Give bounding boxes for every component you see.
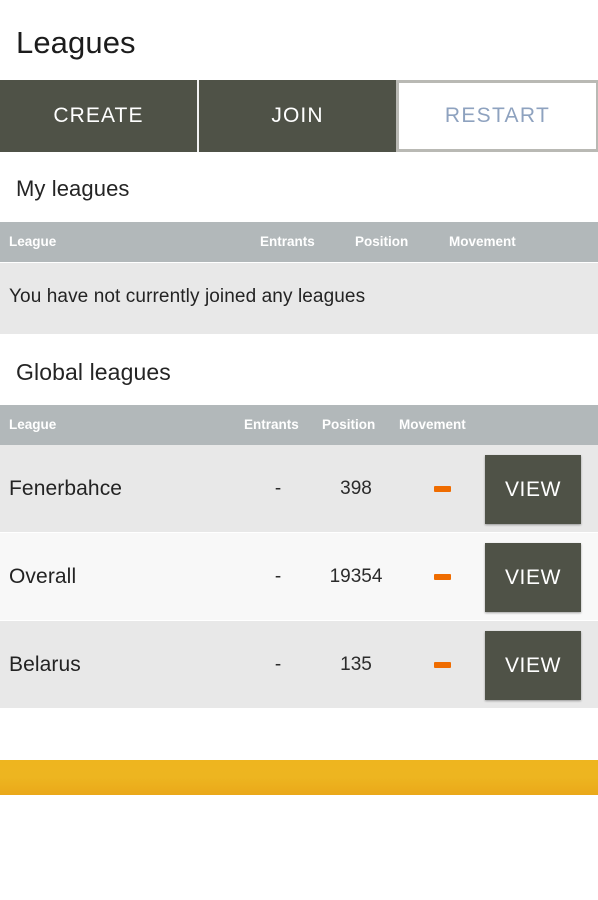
column-header-league: League — [9, 417, 57, 432]
column-header-entrants: Entrants — [260, 234, 315, 249]
global-leagues-heading: Global leagues — [16, 359, 171, 385]
league-name: Fenerbahce — [9, 476, 123, 500]
tab-join-label: JOIN — [271, 104, 324, 127]
tab-restart[interactable]: RESTART — [396, 80, 598, 152]
column-header-position: Position — [355, 234, 409, 249]
league-position: 135 — [340, 653, 372, 675]
view-button[interactable]: VIEW — [485, 455, 581, 524]
league-entrants: - — [274, 653, 282, 675]
column-header-entrants: Entrants — [244, 417, 299, 432]
global-leagues-table-header: League Entrants Position Movement — [0, 405, 598, 445]
view-button-label: VIEW — [504, 477, 562, 501]
movement-indicator — [400, 567, 485, 587]
league-name: Overall — [9, 564, 77, 588]
view-button-label: VIEW — [504, 653, 562, 677]
column-header-league: League — [9, 234, 57, 249]
tab-restart-label: RESTART — [444, 104, 551, 127]
column-header-position: Position — [322, 417, 376, 432]
column-header-movement: Movement — [449, 234, 516, 249]
my-leagues-empty-state: You have not currently joined any league… — [0, 263, 598, 334]
my-leagues-table-header: League Entrants Position Movement — [0, 222, 598, 262]
table-row[interactable]: Overall - 19354 VIEW — [0, 533, 598, 621]
movement-no-change-icon — [434, 661, 451, 668]
movement-no-change-icon — [434, 573, 451, 580]
global-leagues-rows: Fenerbahce - 398 VIEW Overall - 19354 VI… — [0, 445, 598, 709]
tab-bar: CREATE JOIN RESTART — [0, 80, 598, 152]
tab-join[interactable]: JOIN — [197, 80, 396, 152]
movement-indicator — [400, 479, 485, 499]
table-row[interactable]: Belarus - 135 VIEW — [0, 621, 598, 709]
table-row[interactable]: Fenerbahce - 398 VIEW — [0, 445, 598, 533]
league-position: 19354 — [329, 565, 383, 587]
column-header-movement: Movement — [399, 417, 466, 432]
movement-no-change-icon — [434, 485, 451, 492]
view-button[interactable]: VIEW — [485, 543, 581, 612]
leagues-screen: Leagues CREATE JOIN RESTART My leagues L… — [0, 0, 598, 900]
league-position: 398 — [340, 477, 372, 499]
bottom-accent-banner — [0, 760, 598, 795]
tab-create[interactable]: CREATE — [0, 80, 197, 152]
my-leagues-heading: My leagues — [16, 176, 130, 201]
league-entrants: - — [274, 477, 282, 499]
view-button[interactable]: VIEW — [485, 631, 581, 700]
my-leagues-empty-message: You have not currently joined any league… — [9, 286, 366, 307]
league-entrants: - — [274, 565, 282, 587]
movement-indicator — [400, 655, 485, 675]
tab-create-label: CREATE — [53, 104, 144, 127]
page-title: Leagues — [16, 25, 136, 60]
view-button-label: VIEW — [504, 565, 562, 589]
league-name: Belarus — [9, 652, 81, 676]
